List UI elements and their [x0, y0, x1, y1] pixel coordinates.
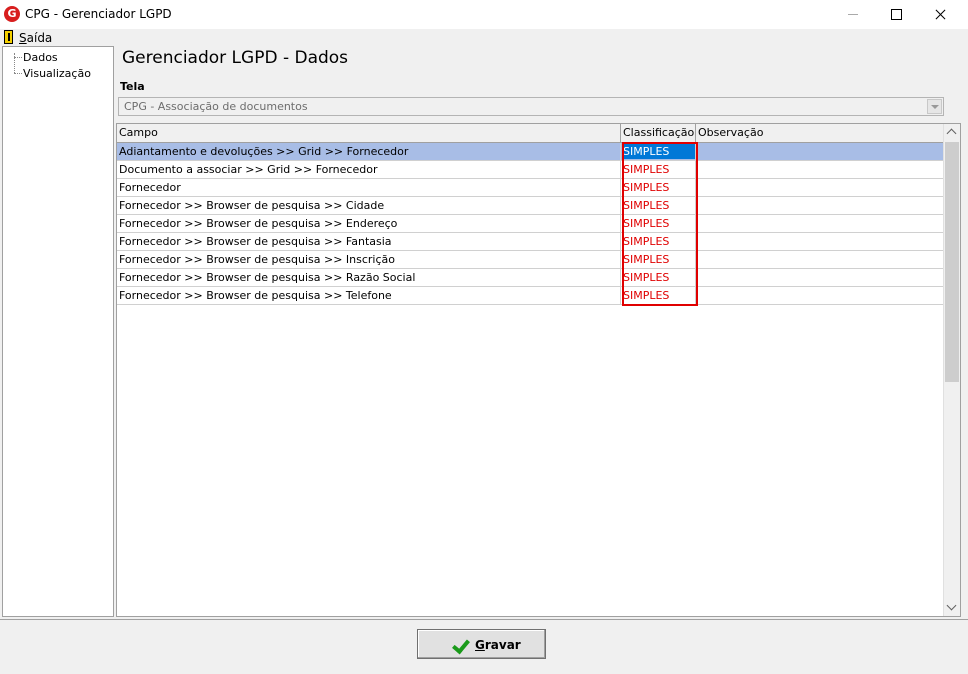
cell-campo[interactable]: Fornecedor >> Browser de pesquisa >> Ins…	[117, 251, 621, 268]
cell-observacao[interactable]	[696, 161, 945, 178]
table-row[interactable]: Fornecedor >> Browser de pesquisa >> Cid…	[117, 197, 945, 215]
table-row[interactable]: Fornecedor >> Browser de pesquisa >> Fan…	[117, 233, 945, 251]
cell-observacao[interactable]	[696, 179, 945, 196]
tree-connector-line	[14, 73, 22, 74]
table-row[interactable]: Fornecedor >> Browser de pesquisa >> Tel…	[117, 287, 945, 305]
column-header-classificacao[interactable]: Classificação	[621, 124, 696, 142]
cell-classificacao[interactable]: SIMPLES	[621, 269, 696, 286]
cell-campo[interactable]: Fornecedor >> Browser de pesquisa >> Raz…	[117, 269, 621, 286]
menu-bar: Saída	[0, 29, 968, 46]
cell-classificacao[interactable]: SIMPLES	[621, 215, 696, 232]
title-bar: G CPG - Gerenciador LGPD	[0, 0, 968, 30]
chevron-down-icon[interactable]	[927, 99, 942, 114]
fields-grid: Campo Classificação Observação Adiantame…	[116, 123, 961, 617]
tree-connector-line	[14, 57, 22, 58]
cell-observacao[interactable]	[696, 233, 945, 250]
close-button[interactable]	[917, 0, 963, 29]
tela-label: Tela	[120, 80, 145, 93]
cell-classificacao[interactable]: SIMPLES	[621, 161, 696, 178]
grid-header: Campo Classificação Observação	[117, 124, 945, 143]
navigation-tree: Dados Visualização	[2, 46, 114, 617]
cell-observacao[interactable]	[696, 251, 945, 268]
cell-classificacao[interactable]: SIMPLES	[621, 233, 696, 250]
tree-item-visualizacao[interactable]: Visualização	[23, 67, 91, 80]
exit-door-icon	[4, 30, 13, 44]
cell-campo[interactable]: Fornecedor >> Browser de pesquisa >> Cid…	[117, 197, 621, 214]
scroll-up-icon[interactable]	[944, 124, 960, 141]
page-title: Gerenciador LGPD - Dados	[122, 48, 349, 68]
cell-classificacao[interactable]: SIMPLES	[621, 179, 696, 196]
cell-classificacao[interactable]: SIMPLES	[621, 251, 696, 268]
cell-classificacao[interactable]: SIMPLES	[621, 143, 696, 160]
minimize-button[interactable]	[830, 0, 876, 29]
grid-rows: Adiantamento e devoluções >> Grid >> For…	[117, 143, 945, 305]
cell-classificacao[interactable]: SIMPLES	[621, 197, 696, 214]
table-row[interactable]: Fornecedor >> Browser de pesquisa >> End…	[117, 215, 945, 233]
table-row[interactable]: Fornecedor >> Browser de pesquisa >> Ins…	[117, 251, 945, 269]
maximize-button[interactable]	[873, 0, 919, 29]
cell-observacao[interactable]	[696, 287, 945, 304]
app-logo-icon: G	[4, 6, 20, 22]
cell-campo[interactable]: Adiantamento e devoluções >> Grid >> For…	[117, 143, 621, 160]
cell-campo[interactable]: Fornecedor	[117, 179, 621, 196]
gravar-button-label: Gravar	[475, 638, 521, 652]
vertical-scrollbar[interactable]	[943, 124, 960, 616]
scroll-thumb[interactable]	[945, 142, 959, 382]
table-row[interactable]: Adiantamento e devoluções >> Grid >> For…	[117, 143, 945, 161]
column-header-campo[interactable]: Campo	[117, 124, 621, 142]
tree-item-dados[interactable]: Dados	[23, 51, 58, 64]
tela-select-value: CPG - Associação de documentos	[124, 100, 308, 113]
column-header-observacao[interactable]: Observação	[696, 124, 945, 142]
cell-observacao[interactable]	[696, 215, 945, 232]
cell-campo[interactable]: Fornecedor >> Browser de pesquisa >> Tel…	[117, 287, 621, 304]
checkmark-icon	[452, 635, 470, 655]
cell-campo[interactable]: Fornecedor >> Browser de pesquisa >> Fan…	[117, 233, 621, 250]
table-row[interactable]: Documento a associar >> Grid >> Forneced…	[117, 161, 945, 179]
cell-campo[interactable]: Fornecedor >> Browser de pesquisa >> End…	[117, 215, 621, 232]
scroll-down-icon[interactable]	[944, 599, 960, 616]
window-title: CPG - Gerenciador LGPD	[25, 7, 172, 21]
table-row[interactable]: Fornecedor >> Browser de pesquisa >> Raz…	[117, 269, 945, 287]
tree-connector-line	[14, 53, 15, 73]
cell-classificacao[interactable]: SIMPLES	[621, 287, 696, 304]
tela-select[interactable]: CPG - Associação de documentos	[118, 97, 944, 116]
gravar-button[interactable]: Gravar	[417, 629, 546, 659]
cell-observacao[interactable]	[696, 197, 945, 214]
table-row[interactable]: Fornecedor SIMPLES	[117, 179, 945, 197]
cell-observacao[interactable]	[696, 269, 945, 286]
menu-saida-label: Saída	[19, 31, 53, 45]
cell-campo[interactable]: Documento a associar >> Grid >> Forneced…	[117, 161, 621, 178]
cell-observacao[interactable]	[696, 143, 945, 160]
